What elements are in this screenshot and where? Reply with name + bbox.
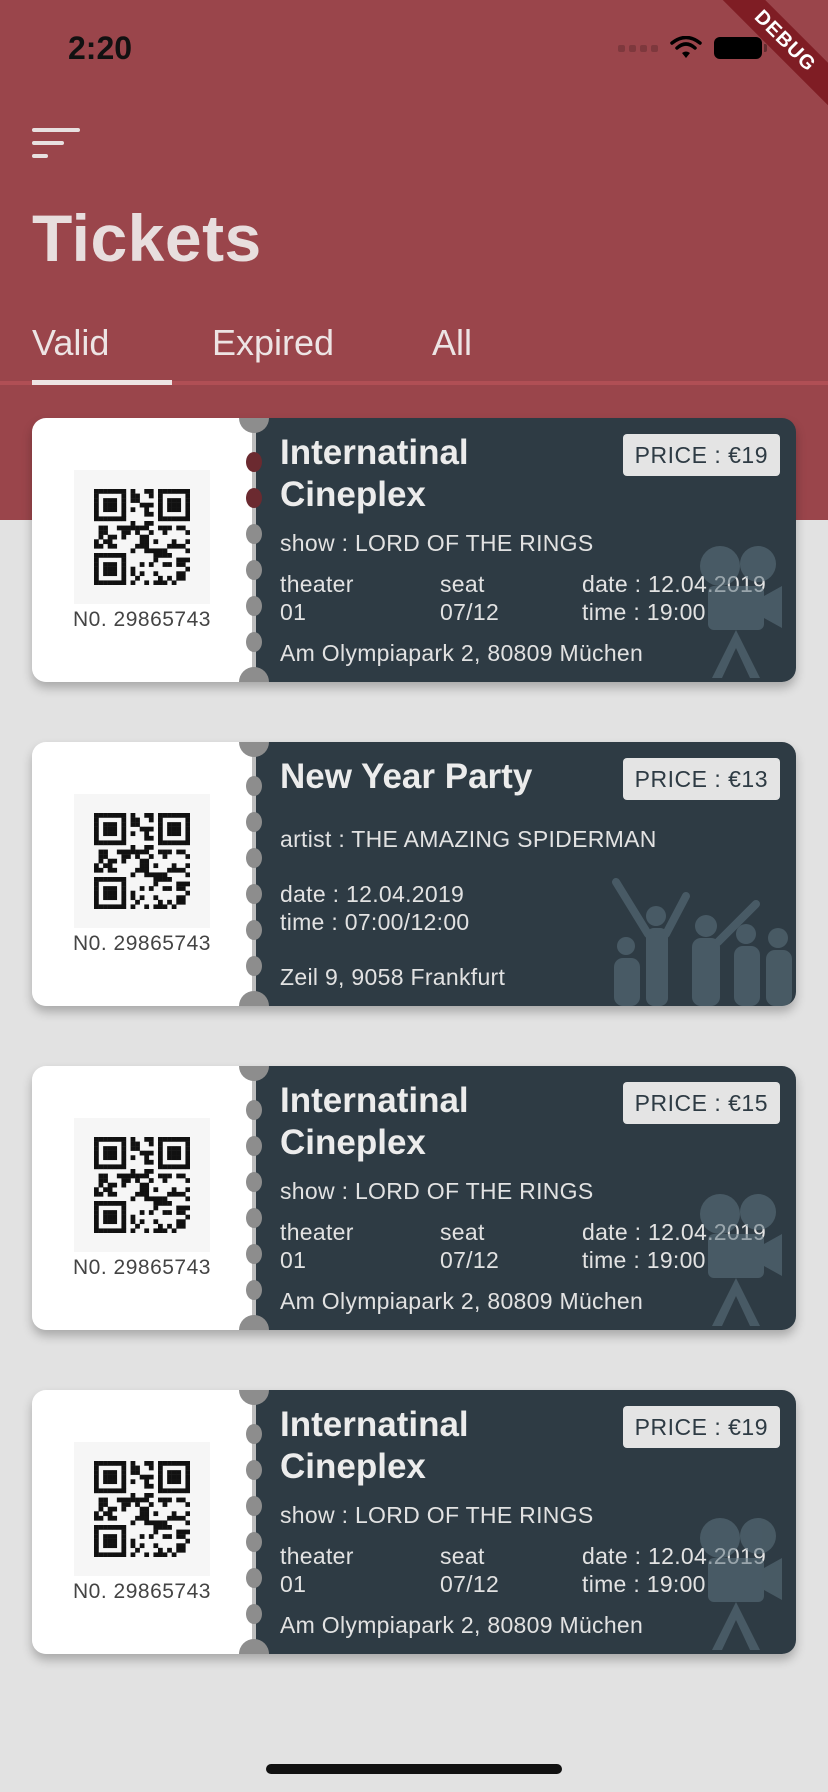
ticket-stub: N0. 29865743 (32, 418, 252, 682)
show-text: show : LORD OF THE RINGS (280, 530, 594, 556)
seat-label: seat (440, 1219, 485, 1245)
menu-icon[interactable] (32, 128, 80, 162)
page-title: Tickets (32, 201, 262, 275)
perforation-dot (246, 1208, 262, 1228)
theater-label: theater (280, 571, 354, 597)
qr-code (74, 470, 210, 604)
seat-info: seat 07/12 (440, 570, 499, 626)
crowd-icon (612, 878, 792, 1006)
perforation-dot (246, 1604, 262, 1624)
theater-value: 01 (280, 1571, 307, 1597)
seat-info: seat 07/12 (440, 1542, 499, 1598)
seat-value: 07/12 (440, 599, 500, 625)
seat-info: seat 07/12 (440, 1218, 499, 1274)
perforation-dot (246, 1568, 262, 1588)
price-badge: PRICE : €19 (622, 434, 780, 476)
address-text: Am Olympiapark 2, 80809 Müchen (280, 1612, 644, 1638)
cellular-signal-icon (618, 44, 658, 52)
time-text: time : 07:00/12:00 (280, 909, 470, 935)
perforation-dot (246, 524, 262, 544)
address-text: Am Olympiapark 2, 80809 Müchen (280, 1288, 644, 1314)
ticket-body: Internatinal Cineplex PRICE : €19 show :… (252, 418, 796, 682)
ticket-number: N0. 29865743 (73, 608, 211, 631)
address-text: Zeil 9, 9058 Frankfurt (280, 964, 506, 990)
perforation-dot (246, 1460, 262, 1480)
perforation-dot (246, 1532, 262, 1552)
ticket-body: Internatinal Cineplex PRICE : €15 show :… (252, 1066, 796, 1330)
tab-all[interactable]: All (432, 322, 472, 364)
date-text: date : 12.04.2019 (280, 881, 465, 907)
perforation-dot (246, 776, 262, 796)
ticket-title: Internatinal Cineplex (280, 1405, 469, 1486)
ticket-title: New Year Party (280, 757, 533, 796)
perforation-dot (246, 1280, 262, 1300)
perforation-dot (246, 920, 262, 940)
ticket-card[interactable]: N0. 29865743 Internatinal Cineplex PRICE… (32, 1066, 796, 1330)
artist-text: artist : THE AMAZING SPIDERMAN (280, 826, 657, 852)
perforation-dot (246, 1244, 262, 1264)
theater-label: theater (280, 1543, 354, 1569)
perforation-dot (246, 812, 262, 832)
ticket-number: N0. 29865743 (73, 1580, 211, 1603)
battery-icon (714, 37, 767, 59)
qr-code (74, 794, 210, 928)
theater-info: theater 01 (280, 1542, 354, 1598)
perforation-dot (246, 488, 262, 508)
camera-icon (700, 546, 782, 678)
ticket-number: N0. 29865743 (73, 932, 211, 955)
ticket-stub: N0. 29865743 (32, 1390, 252, 1654)
perforation-dot (246, 884, 262, 904)
theater-label: theater (280, 1219, 354, 1245)
seat-value: 07/12 (440, 1571, 500, 1597)
address-text: Am Olympiapark 2, 80809 Müchen (280, 640, 644, 666)
ticket-body: New Year Party PRICE : €13 artist : THE … (252, 742, 796, 1006)
perforation-dot (246, 1100, 262, 1120)
tab-valid[interactable]: Valid (32, 322, 109, 364)
home-indicator (266, 1764, 562, 1774)
seat-value: 07/12 (440, 1247, 500, 1273)
camera-icon (700, 1518, 782, 1650)
price-badge: PRICE : €13 (622, 758, 780, 800)
tab-active-indicator (32, 380, 172, 385)
ticket-card[interactable]: N0. 29865743 New Year Party PRICE : €13 … (32, 742, 796, 1006)
ticket-card[interactable]: N0. 29865743 Internatinal Cineplex PRICE… (32, 1390, 796, 1654)
perforation-dot (246, 1172, 262, 1192)
seat-label: seat (440, 1543, 485, 1569)
tab-expired[interactable]: Expired (212, 322, 334, 364)
price-badge: PRICE : €19 (622, 1406, 780, 1448)
theater-info: theater 01 (280, 1218, 354, 1274)
theater-value: 01 (280, 599, 307, 625)
perforation-dot (246, 1424, 262, 1444)
ticket-card[interactable]: N0. 29865743 Internatinal Cineplex PRICE… (32, 418, 796, 682)
status-time: 2:20 (68, 30, 133, 66)
ticket-number: N0. 29865743 (73, 1256, 211, 1279)
perforation-dot (246, 848, 262, 868)
status-icons (618, 36, 767, 60)
show-text: show : LORD OF THE RINGS (280, 1178, 594, 1204)
seat-label: seat (440, 571, 485, 597)
price-badge: PRICE : €15 (622, 1082, 780, 1124)
ticket-body: Internatinal Cineplex PRICE : €19 show :… (252, 1390, 796, 1654)
qr-code (74, 1118, 210, 1252)
ticket-stub: N0. 29865743 (32, 1066, 252, 1330)
perforation-dot (246, 1136, 262, 1156)
ticket-stub: N0. 29865743 (32, 742, 252, 1006)
perforation-dot (246, 560, 262, 580)
theater-value: 01 (280, 1247, 307, 1273)
qr-code (74, 1442, 210, 1576)
ticket-title: Internatinal Cineplex (280, 1081, 469, 1162)
perforation-dot (246, 956, 262, 976)
show-text: show : LORD OF THE RINGS (280, 1502, 594, 1528)
perforation-dot (246, 632, 262, 652)
perforation-dot (246, 1496, 262, 1516)
perforation-dot (246, 596, 262, 616)
perforation-dot (246, 452, 262, 472)
theater-info: theater 01 (280, 570, 354, 626)
ticket-title: Internatinal Cineplex (280, 433, 469, 514)
camera-icon (700, 1194, 782, 1326)
datetime-info: date : 12.04.2019 time : 07:00/12:00 (280, 880, 470, 936)
wifi-icon (670, 36, 702, 58)
